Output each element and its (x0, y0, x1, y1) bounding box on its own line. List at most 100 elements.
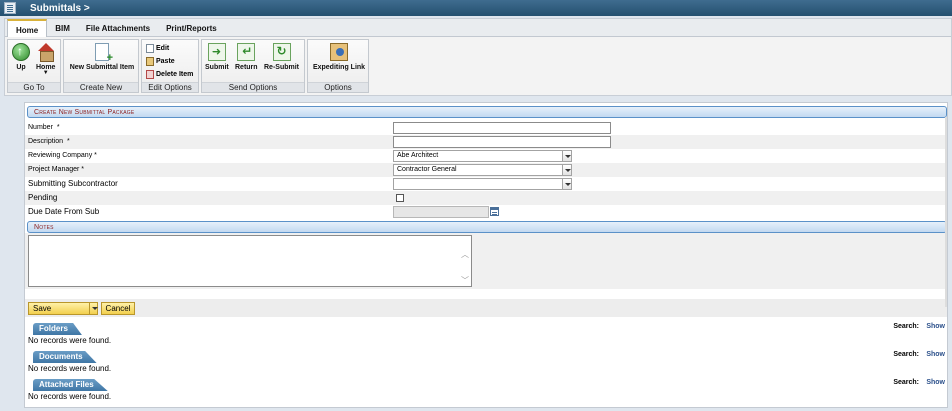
documents-show-link[interactable]: Show (926, 351, 945, 358)
home-button[interactable]: Home ▼ (36, 43, 55, 76)
edit-label: Edit (156, 45, 170, 52)
folders-header[interactable]: Folders (33, 323, 82, 335)
scroll-arrows-icon[interactable]: ︿ ﹀ (461, 242, 469, 294)
submit-label: Submit (205, 64, 229, 71)
due-date-label: Due Date From Sub (28, 207, 100, 216)
form-action-bar: Save Cancel (25, 299, 947, 317)
chevron-down-icon[interactable] (562, 164, 572, 176)
ribbon: Home BIM File Attachments Print/Reports … (4, 18, 952, 96)
edit-button[interactable]: Edit (146, 42, 193, 55)
ribbon-tabs: Home BIM File Attachments Print/Reports (5, 19, 951, 37)
expediting-link-icon (330, 43, 348, 61)
attached-files-show-link[interactable]: Show (926, 379, 945, 386)
re-submit-button[interactable]: Re-Submit (264, 43, 299, 71)
description-label: Description * (28, 138, 70, 145)
return-label: Return (235, 64, 258, 71)
reviewing-company-select[interactable]: Abe Architect (393, 150, 572, 162)
group-label-edit-options: Edit Options (142, 82, 198, 92)
delete-item-label: Delete Item (156, 71, 194, 78)
tab-bim[interactable]: BIM (47, 19, 78, 37)
resubmit-icon (272, 43, 291, 61)
cancel-button[interactable]: Cancel (101, 302, 135, 315)
chevron-down-icon[interactable] (562, 178, 572, 190)
save-label: Save (33, 304, 52, 313)
up-arrow-icon (12, 43, 30, 61)
row-reviewing-company: Reviewing Company * Abe Architect (25, 149, 947, 163)
ribbon-groups: Up Home ▼ Go To New Submittal Item Creat… (7, 39, 369, 93)
group-label-create-new: Create New (64, 82, 138, 92)
project-manager-select[interactable]: Contractor General (393, 164, 572, 176)
description-label-text: Description (28, 138, 64, 145)
edit-icon (146, 44, 154, 53)
attached-files-search-label: Search: (893, 379, 919, 386)
folders-empty-message: No records were found. (28, 336, 112, 345)
row-number: Number * (25, 121, 947, 135)
tab-file-attachments[interactable]: File Attachments (78, 19, 158, 37)
description-input[interactable] (393, 136, 611, 148)
return-button[interactable]: Return (235, 43, 258, 71)
expediting-link-button[interactable]: Expediting Link (311, 43, 367, 71)
project-manager-value: Contractor General (397, 166, 457, 173)
delete-icon (146, 70, 154, 79)
up-label: Up (16, 64, 26, 71)
row-project-manager: Project Manager * Contractor General (25, 163, 947, 177)
submit-button[interactable]: Submit (205, 43, 229, 71)
due-date-input[interactable] (393, 206, 489, 218)
group-label-send-options: Send Options (202, 82, 304, 92)
section-title-notes: Notes (27, 221, 947, 233)
group-options: Expediting Link Options (307, 39, 369, 93)
new-submittal-item-button[interactable]: New Submittal Item (67, 43, 137, 71)
number-input[interactable] (393, 122, 611, 134)
group-go-to: Up Home ▼ Go To (7, 39, 61, 93)
row-due-date: Due Date From Sub (25, 205, 947, 219)
required-marker: * (56, 124, 60, 131)
reviewing-company-label: Reviewing Company * (28, 152, 97, 159)
group-send-options: Submit Return Re-Submit Send Options (201, 39, 305, 93)
pending-label: Pending (28, 193, 58, 202)
required-marker: * (67, 138, 70, 145)
paste-icon (146, 57, 154, 66)
submitting-subcontractor-select[interactable] (393, 178, 572, 190)
documents-header[interactable]: Documents (33, 351, 97, 363)
new-document-icon (95, 43, 113, 64)
tab-home[interactable]: Home (7, 19, 48, 37)
reviewing-company-value: Abe Architect (397, 152, 439, 159)
project-manager-label: Project Manager * (28, 166, 85, 173)
window-title: Submittals > (30, 2, 90, 14)
number-label-text: Number (28, 124, 53, 131)
expediting-link-label: Expediting Link (312, 64, 366, 71)
attached-files-empty-message: No records were found. (28, 392, 112, 401)
re-submit-label: Re-Submit (264, 64, 299, 71)
return-icon (237, 43, 256, 61)
delete-item-button[interactable]: Delete Item (146, 68, 193, 81)
save-button[interactable]: Save (28, 302, 98, 315)
notes-textarea[interactable]: ︿ ﹀ (28, 235, 472, 287)
tab-print-reports[interactable]: Print/Reports (158, 19, 225, 37)
submitting-subcontractor-label: Submitting Subcontractor (28, 179, 118, 188)
group-create-new: New Submittal Item Create New (63, 39, 139, 93)
folders-search-label: Search: (893, 323, 919, 330)
chevron-down-icon[interactable] (562, 150, 572, 162)
group-label-go-to: Go To (8, 82, 60, 92)
group-edit-options: Edit Paste Delete Item Edit Options (141, 39, 199, 93)
title-bar: Submittals > (0, 0, 952, 16)
up-button[interactable]: Up (12, 43, 30, 71)
folders-show-link[interactable]: Show (926, 323, 945, 330)
group-label-options: Options (308, 82, 368, 92)
home-icon (37, 43, 55, 62)
pending-checkbox[interactable] (396, 194, 404, 202)
number-label: Number * (28, 124, 60, 131)
calendar-icon[interactable] (490, 207, 499, 216)
row-submitting-subcontractor: Submitting Subcontractor (25, 177, 947, 191)
attached-files-header[interactable]: Attached Files (33, 379, 108, 391)
vertical-scrollbar[interactable] (945, 117, 947, 307)
paste-label: Paste (156, 58, 175, 65)
documents-search-label: Search: (893, 351, 919, 358)
submit-icon (207, 43, 226, 61)
row-description: Description * (25, 135, 947, 149)
paste-button[interactable]: Paste (146, 55, 193, 68)
submittal-form-panel: Create New Submittal Package Number * Des… (24, 102, 948, 408)
section-title-create-package: Create New Submittal Package (27, 106, 947, 118)
chevron-down-icon[interactable] (89, 302, 99, 315)
documents-empty-message: No records were found. (28, 364, 112, 373)
